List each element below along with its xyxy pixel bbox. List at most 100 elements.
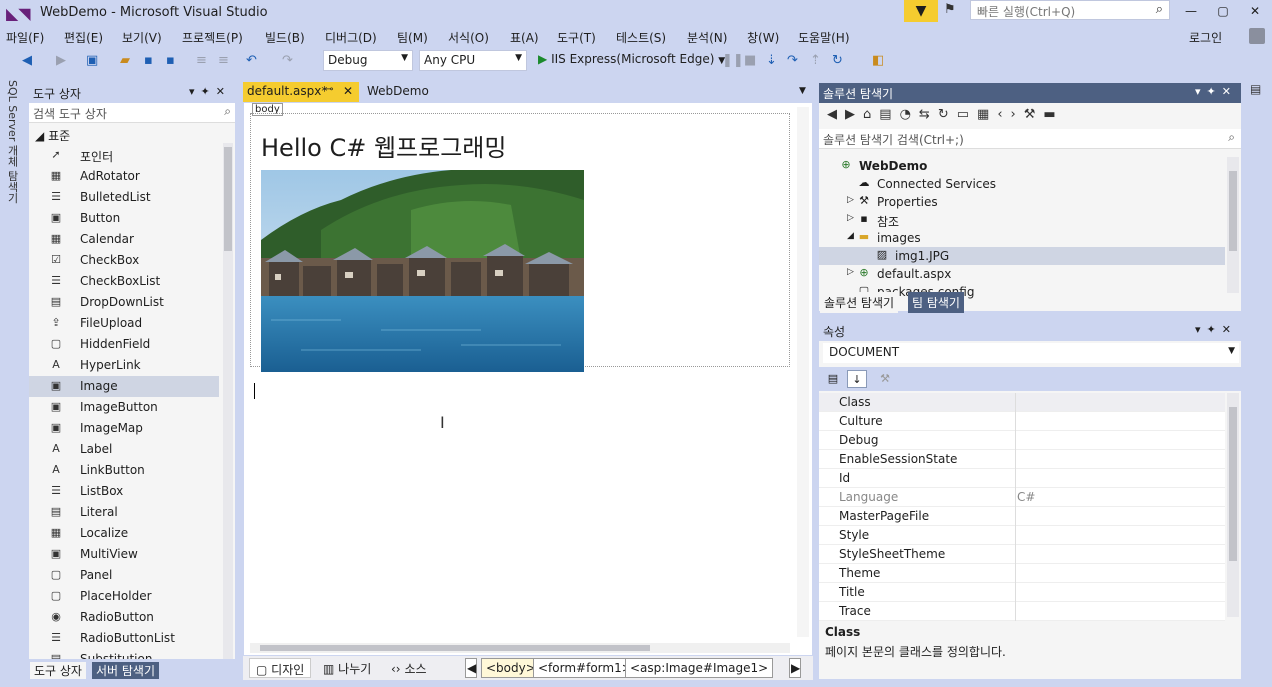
- expand-arrow-icon[interactable]: ▷: [847, 267, 854, 277]
- property-row[interactable]: Title: [819, 583, 1225, 602]
- panel-controls[interactable]: ▾✦✕: [189, 85, 231, 98]
- panel-controls[interactable]: ▾✦✕: [1195, 85, 1237, 98]
- property-row[interactable]: Style: [819, 526, 1225, 545]
- property-row[interactable]: Debug: [819, 431, 1225, 450]
- property-row[interactable]: Theme: [819, 564, 1225, 583]
- tab-server-explorer[interactable]: 서버 탐색기: [92, 662, 160, 679]
- alphabetical-icon[interactable]: ↓: [847, 370, 867, 388]
- browser-link-icon[interactable]: ◧: [872, 53, 884, 68]
- step-into-icon[interactable]: ⇣: [766, 53, 777, 68]
- tree-item[interactable]: ◢ ▬ images: [819, 229, 1225, 247]
- tree-item[interactable]: ▷ ▪ 참조: [819, 211, 1225, 229]
- toolbox-item[interactable]: ▢ Panel: [29, 565, 219, 586]
- tab-team-explorer[interactable]: 팀 탐색기: [908, 292, 964, 313]
- save-icon[interactable]: ▪: [144, 53, 153, 68]
- login-link[interactable]: 로그인: [1189, 29, 1222, 46]
- toolbox-item[interactable]: ☰ CheckBoxList: [29, 271, 219, 292]
- expand-arrow-icon[interactable]: ▷: [847, 195, 854, 205]
- pause-icon[interactable]: ❚❚: [722, 53, 744, 68]
- show-all-files-icon[interactable]: ▦: [977, 107, 997, 122]
- back-icon[interactable]: ◀: [827, 107, 845, 122]
- toolbox-item[interactable]: ▦ Calendar: [29, 229, 219, 250]
- toolbox-scrollbar[interactable]: [223, 143, 233, 659]
- menu-analyze[interactable]: 분석(N): [687, 29, 727, 46]
- design-surface[interactable]: body Hello C# 웹프로그래밍 I: [243, 102, 813, 656]
- open-file-icon[interactable]: ▰: [120, 53, 130, 68]
- menu-tools[interactable]: 도구(T): [557, 29, 596, 46]
- menu-test[interactable]: 테스트(S): [616, 29, 666, 46]
- scrollbar-thumb[interactable]: [1229, 407, 1237, 561]
- platform-dropdown[interactable]: Any CPU ▼: [419, 50, 527, 71]
- pin-icon[interactable]: ⊸: [325, 84, 333, 95]
- design-view-button[interactable]: ▢ 디자인: [249, 658, 312, 678]
- toolbox-item[interactable]: ☑ CheckBox: [29, 250, 219, 271]
- step-over-icon[interactable]: ↷: [787, 53, 798, 68]
- notifications-icon[interactable]: ▤: [1250, 82, 1266, 112]
- close-icon[interactable]: ✕: [343, 84, 353, 98]
- quick-launch-input[interactable]: 빠른 실행(Ctrl+Q) ⌕: [970, 0, 1170, 20]
- tree-item[interactable]: ⊕ WebDemo: [819, 157, 1225, 175]
- menu-file[interactable]: 파일(F): [6, 29, 44, 46]
- tab-webdemo[interactable]: WebDemo: [363, 82, 483, 102]
- tree-item[interactable]: ▨ img1.JPG: [819, 247, 1225, 265]
- menu-build[interactable]: 빌드(B): [265, 29, 305, 46]
- close-window-button[interactable]: ✕: [1240, 2, 1270, 22]
- undo-icon[interactable]: ↶: [246, 53, 257, 68]
- scrollbar-thumb[interactable]: [224, 147, 232, 251]
- filter-icon[interactable]: ▼: [904, 0, 938, 22]
- editor-vertical-scrollbar[interactable]: [797, 107, 809, 637]
- feedback-icon[interactable]: ⚑: [944, 2, 964, 20]
- toolbox-item[interactable]: ▣ ImageButton: [29, 397, 219, 418]
- step-out-icon[interactable]: ⇡: [810, 53, 821, 68]
- scrollbar-thumb[interactable]: [260, 645, 650, 651]
- redo-icon[interactable]: ↷: [282, 53, 293, 68]
- tab-default-aspx[interactable]: default.aspx* ⊸ ✕: [243, 82, 359, 102]
- chevron-down-icon[interactable]: ▼: [799, 86, 806, 96]
- toolbox-item[interactable]: ⇪ FileUpload: [29, 313, 219, 334]
- editor-horizontal-scrollbar[interactable]: [250, 643, 790, 653]
- page-heading[interactable]: Hello C# 웹프로그래밍: [261, 128, 506, 163]
- toolbox-item[interactable]: ▦ Localize: [29, 523, 219, 544]
- property-row[interactable]: Trace: [819, 602, 1225, 621]
- properties-scrollbar[interactable]: [1227, 393, 1239, 617]
- home-icon[interactable]: ⌂: [863, 107, 879, 122]
- property-row[interactable]: MasterPageFile: [819, 507, 1225, 526]
- switch-views-icon[interactable]: ▤: [879, 107, 899, 122]
- toolbox-item[interactable]: ▣ Button: [29, 208, 219, 229]
- uncomment-icon[interactable]: ≡: [218, 53, 229, 68]
- menu-debug[interactable]: 디버그(D): [325, 29, 377, 46]
- expand-arrow-icon[interactable]: ▷: [847, 213, 854, 223]
- toolbox-item[interactable]: ☰ BulletedList: [29, 187, 219, 208]
- menu-window[interactable]: 창(W): [747, 29, 779, 46]
- image1-photo[interactable]: [261, 170, 584, 372]
- breadcrumb-form[interactable]: <form#form1>: [533, 658, 637, 678]
- property-row[interactable]: Id: [819, 469, 1225, 488]
- tree-item[interactable]: ▷ ⊕ default.aspx: [819, 265, 1225, 283]
- properties-object-dropdown[interactable]: DOCUMENT ▼: [823, 343, 1239, 363]
- toolbox-search-input[interactable]: 검색 도구 상자 ⌕: [29, 103, 235, 123]
- tab-solution-explorer[interactable]: 솔루션 탐색기: [820, 292, 899, 313]
- back-icon[interactable]: ◀: [22, 53, 32, 68]
- menu-view[interactable]: 보기(V): [122, 29, 162, 46]
- toolbox-item[interactable]: A Label: [29, 439, 219, 460]
- maximize-button[interactable]: ▢: [1208, 2, 1238, 22]
- menu-help[interactable]: 도움말(H): [798, 29, 850, 46]
- menu-edit[interactable]: 편집(E): [64, 29, 103, 46]
- toolbox-item[interactable]: ▢ HiddenField: [29, 334, 219, 355]
- tree-item[interactable]: ▷ ⚒ Properties: [819, 193, 1225, 211]
- pending-changes-icon[interactable]: ◔: [900, 107, 919, 122]
- menu-project[interactable]: 프로젝트(P): [182, 29, 243, 46]
- refresh-icon[interactable]: ↻: [832, 53, 843, 68]
- minimize-button[interactable]: —: [1176, 2, 1206, 22]
- view-code-icon[interactable]: ‹›: [997, 107, 1023, 122]
- toolbox-item[interactable]: ▤ Literal: [29, 502, 219, 523]
- collapse-all-icon[interactable]: ▭: [957, 107, 977, 122]
- toolbox-item[interactable]: ▤ Substitution: [29, 649, 219, 659]
- scrollbar-thumb[interactable]: [1229, 171, 1237, 251]
- toolbox-group-standard[interactable]: ◢ 표준: [35, 127, 70, 144]
- toolbox-item[interactable]: ◉ RadioButton: [29, 607, 219, 628]
- toolbox-item[interactable]: ▣ Image: [29, 376, 219, 397]
- save-all-icon[interactable]: ▪: [166, 53, 175, 68]
- toolbox-item[interactable]: A HyperLink: [29, 355, 219, 376]
- toolbox-item[interactable]: ▦ AdRotator: [29, 166, 219, 187]
